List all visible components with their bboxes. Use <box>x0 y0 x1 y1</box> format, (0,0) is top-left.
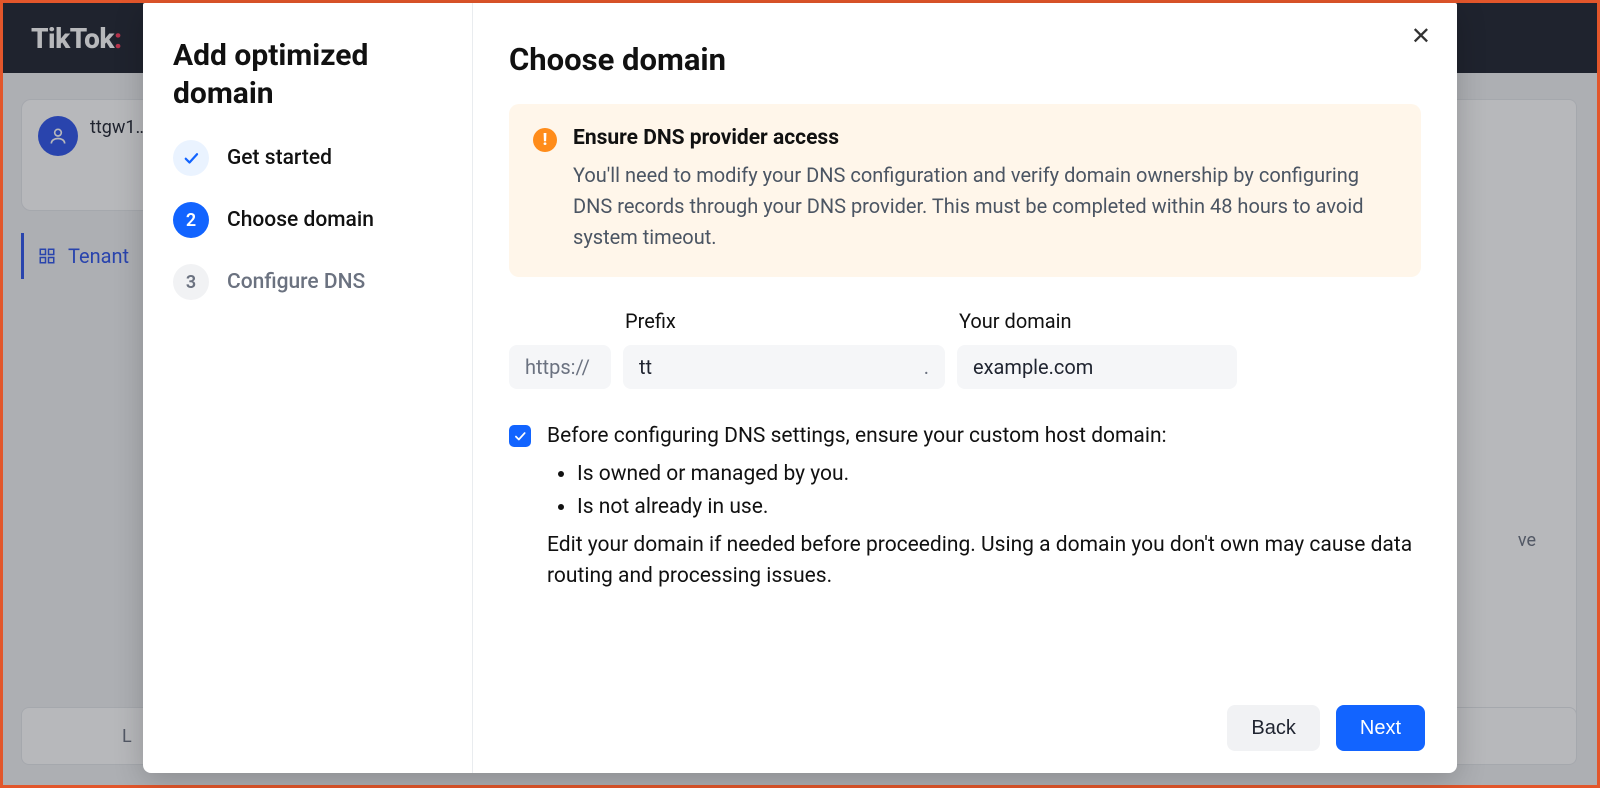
modal-footer: Back Next <box>1227 705 1425 751</box>
step-number-badge: 2 <box>173 202 209 238</box>
notice-body: You'll need to modify your DNS configura… <box>573 160 1397 253</box>
back-button[interactable]: Back <box>1227 705 1319 751</box>
page-title: Choose domain <box>509 41 1421 78</box>
add-domain-modal: Add optimized domain Get started 2 Choos… <box>143 3 1457 773</box>
confirmation-text: Before configuring DNS settings, ensure … <box>547 421 1421 593</box>
viewport: TikTok: ttgw1…m Tenant ve L Add optimize… <box>0 0 1600 788</box>
step-choose-domain[interactable]: 2 Choose domain <box>173 202 442 238</box>
prefix-field[interactable]: tt . <box>623 345 945 389</box>
step-list: Get started 2 Choose domain 3 Configure … <box>173 140 442 300</box>
confirm-bullet: Is not already in use. <box>577 492 1421 524</box>
domain-input[interactable] <box>957 345 1237 389</box>
prefix-dot: . <box>924 355 929 379</box>
confirm-checkbox[interactable] <box>509 425 531 447</box>
step-number-badge: 3 <box>173 264 209 300</box>
next-button[interactable]: Next <box>1336 705 1425 751</box>
step-configure-dns[interactable]: 3 Configure DNS <box>173 264 442 300</box>
modal-side-title: Add optimized domain <box>173 37 442 112</box>
confirm-outro: Edit your domain if needed before procee… <box>547 530 1421 593</box>
step-get-started[interactable]: Get started <box>173 140 442 176</box>
modal-main: ✕ Choose domain ! Ensure DNS provider ac… <box>473 3 1457 773</box>
your-domain-label: Your domain <box>957 309 1237 333</box>
prefix-value: tt <box>639 355 652 379</box>
prefix-label: Prefix <box>623 309 945 333</box>
step-completed-check-icon <box>173 140 209 176</box>
close-icon[interactable]: ✕ <box>1411 25 1431 49</box>
domain-input-row: . https:// Prefix tt . Your domain <box>509 309 1421 389</box>
confirm-bullet: Is owned or managed by you. <box>577 459 1421 491</box>
dns-access-notice: ! Ensure DNS provider access You'll need… <box>509 104 1421 277</box>
warning-icon: ! <box>533 128 557 152</box>
step-label: Choose domain <box>227 208 374 232</box>
confirm-intro: Before configuring DNS settings, ensure … <box>547 421 1421 453</box>
confirmation-row: Before configuring DNS settings, ensure … <box>509 421 1421 593</box>
protocol-field: https:// <box>509 345 611 389</box>
step-label: Get started <box>227 146 332 170</box>
step-label: Configure DNS <box>227 270 365 294</box>
notice-title: Ensure DNS provider access <box>573 126 1397 150</box>
modal-sidebar: Add optimized domain Get started 2 Choos… <box>143 3 473 773</box>
